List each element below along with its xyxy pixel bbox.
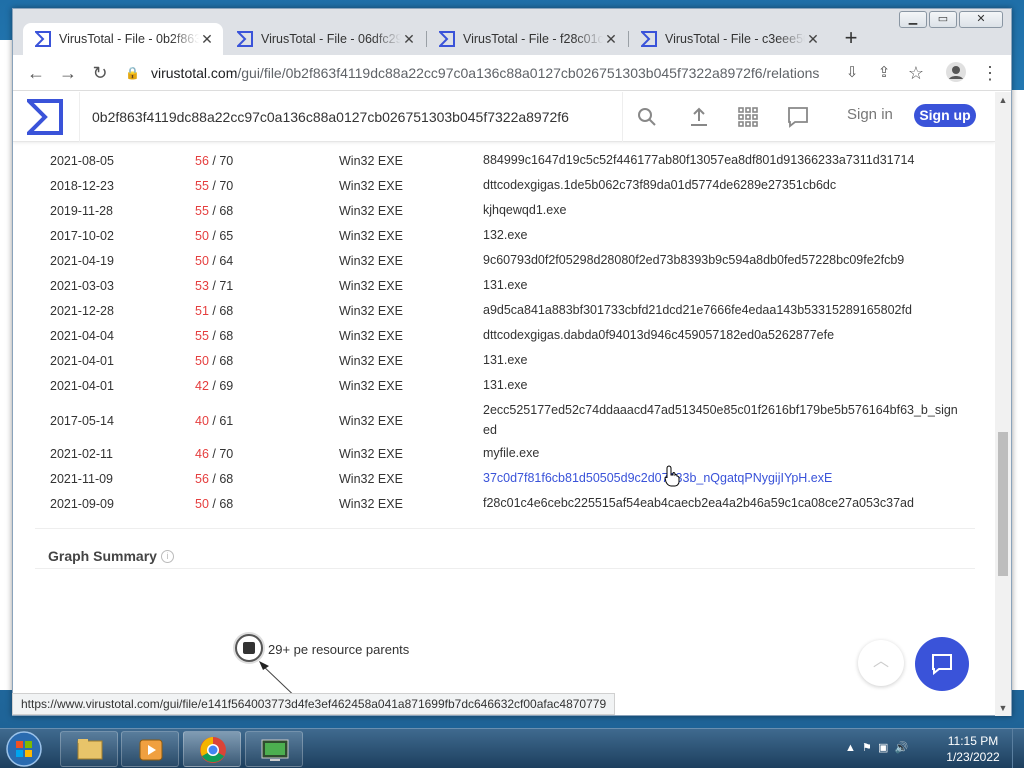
browser-tab[interactable]: VirusTotal - File - 0b2f863 ✕ — [23, 23, 223, 55]
show-desktop-button[interactable] — [1012, 729, 1024, 768]
background-window-left — [0, 40, 12, 690]
scroll-down-arrow-icon[interactable]: ▼ — [995, 700, 1011, 716]
sign-up-button[interactable]: Sign up — [914, 104, 976, 127]
taskbar-chrome[interactable] — [183, 731, 241, 767]
lock-icon: 🔒 — [125, 66, 140, 80]
scroll-to-top-button[interactable]: ︿ — [858, 640, 904, 686]
browser-window: VirusTotal - File - 0b2f863 ✕ VirusTotal -… — [12, 8, 1012, 716]
install-icon[interactable]: ⇩ — [841, 62, 863, 84]
url-host: virustotal.com — [151, 65, 238, 81]
browser-toolbar: ← → ↻ 🔒 virustotal.com/gui/file/0b2f863f… — [13, 55, 1011, 91]
forward-icon[interactable]: → — [57, 62, 79, 84]
reload-icon[interactable]: ↻ — [89, 62, 111, 84]
tab-title: VirusTotal - File - f28c01c4 — [463, 32, 603, 46]
maximize-button[interactable]: ▭ — [929, 11, 957, 28]
vt-search-value: 0b2f863f4119dc88a22cc97c0a136c88a0127cb0… — [92, 109, 569, 125]
background-window-right — [1010, 90, 1024, 690]
taskbar-explorer[interactable] — [60, 731, 118, 767]
search-icon[interactable] — [635, 105, 659, 129]
virustotal-favicon-icon — [439, 31, 455, 47]
hand-cursor-icon — [664, 465, 680, 487]
tab-close-icon[interactable]: ✕ — [805, 31, 821, 48]
chat-icon[interactable] — [786, 105, 810, 129]
window-controls: ▁ ▭ ✕ — [899, 11, 1003, 28]
taskbar-clock[interactable]: 11:15 PM 1/23/2022 — [930, 733, 1016, 765]
page-scrollbar[interactable]: ▲ ▼ — [995, 92, 1011, 716]
tab-title: VirusTotal - File - 0b2f863 — [59, 32, 199, 46]
virustotal-favicon-icon — [35, 31, 51, 47]
bookmark-star-icon[interactable]: ☆ — [905, 62, 927, 84]
link-status-bar: https://www.virustotal.com/gui/file/e141… — [12, 693, 616, 715]
start-button-icon[interactable] — [4, 730, 44, 768]
taskbar-media-player[interactable] — [121, 731, 179, 767]
address-bar[interactable]: 🔒 virustotal.com/gui/file/0b2f863f4119dc… — [125, 59, 837, 87]
tab-title: VirusTotal - File - c3eee50 — [665, 32, 805, 46]
share-icon[interactable]: ⇪ — [873, 62, 895, 84]
tab-title: VirusTotal - File - 06dfc29 — [261, 32, 401, 46]
chat-support-button[interactable] — [915, 637, 969, 691]
clock-time: 11:15 PM — [947, 734, 999, 748]
vt-search-input[interactable]: 0b2f863f4119dc88a22cc97c0a136c88a0127cb0… — [79, 92, 623, 142]
close-window-button[interactable]: ✕ — [959, 11, 1003, 28]
scrollbar-thumb[interactable] — [998, 432, 1008, 576]
virustotal-logo-icon[interactable] — [27, 99, 63, 135]
upload-icon[interactable] — [687, 105, 711, 129]
chrome-icon — [200, 737, 226, 763]
browser-tab[interactable]: VirusTotal - File - 06dfc29 ✕ — [225, 23, 425, 55]
clock-date: 1/23/2022 — [946, 750, 1000, 764]
scroll-up-arrow-icon[interactable]: ▲ — [995, 92, 1011, 108]
virustotal-favicon-icon — [237, 31, 253, 47]
chat-bubble-icon — [932, 654, 952, 676]
tab-close-icon[interactable]: ✕ — [603, 31, 619, 48]
new-tab-button[interactable]: + — [839, 27, 863, 51]
taskbar-network-tool[interactable] — [245, 731, 303, 767]
tab-separator — [628, 31, 629, 47]
page-content: 0b2f863f4119dc88a22cc97c0a136c88a0127cb0… — [13, 92, 995, 708]
url-path: /gui/file/0b2f863f4119dc88a22cc97c0a136c… — [237, 65, 820, 81]
sign-in-link[interactable]: Sign in — [847, 106, 893, 123]
graph-node-pe-resource-parents[interactable] — [235, 634, 263, 662]
system-tray[interactable]: ▲ ⚑ ▣ 🔊 — [845, 741, 908, 754]
browser-tab[interactable]: VirusTotal - File - f28c01c4 ✕ — [427, 23, 627, 55]
apps-grid-icon[interactable] — [736, 105, 760, 129]
folder-icon — [77, 739, 103, 760]
virustotal-favicon-icon — [641, 31, 657, 47]
tab-separator — [426, 31, 427, 47]
menu-kebab-icon[interactable]: ⋮ — [979, 62, 1001, 84]
back-icon[interactable]: ← — [25, 62, 47, 84]
tab-close-icon[interactable]: ✕ — [401, 31, 417, 48]
file-stack-icon — [243, 642, 255, 654]
minimize-button[interactable]: ▁ — [899, 11, 927, 28]
browser-tab[interactable]: VirusTotal - File - c3eee50 ✕ — [629, 23, 829, 55]
media-player-icon — [139, 739, 163, 761]
graph-edge — [259, 661, 304, 705]
profile-icon[interactable] — [945, 62, 967, 84]
tab-close-icon[interactable]: ✕ — [199, 31, 215, 48]
tab-strip: VirusTotal - File - 0b2f863 ✕ VirusTotal -… — [13, 9, 1011, 55]
graph-node-label: 29+ pe resource parents — [268, 642, 410, 657]
windows-taskbar: ▲ ⚑ ▣ 🔊 11:15 PM 1/23/2022 — [0, 728, 1024, 768]
monitor-icon — [261, 739, 289, 761]
vt-header: 0b2f863f4119dc88a22cc97c0a136c88a0127cb0… — [13, 92, 995, 142]
